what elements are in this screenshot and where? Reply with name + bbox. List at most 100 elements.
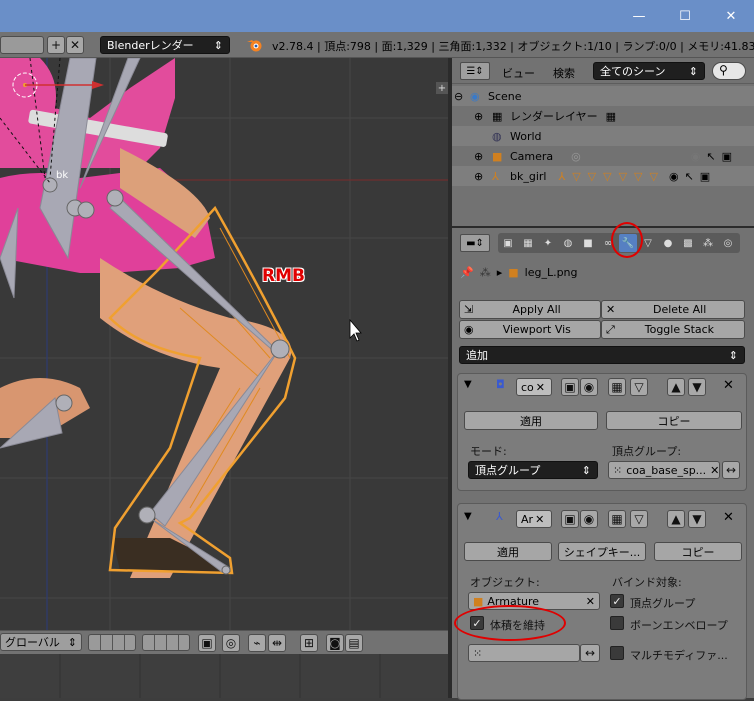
clear-icon[interactable]: ✕ [586, 595, 595, 608]
renderable-camera-icon[interactable]: ▣ [722, 150, 732, 163]
visibility-eye-icon[interactable]: ◉ [691, 150, 701, 163]
outliner-row-renderlayers[interactable]: ⊕ ▦ レンダーレイヤー ▦ [452, 106, 754, 126]
particles-tab-icon[interactable]: ⁂ [699, 234, 717, 252]
apply-button[interactable]: 適用 [464, 542, 552, 561]
world-tab-icon[interactable]: ◍ [559, 234, 577, 252]
layer-buttons-group-2[interactable] [142, 634, 190, 651]
proportional-edit-icon[interactable]: ◎ [222, 634, 240, 652]
copy-button[interactable]: コピー [606, 411, 742, 430]
multi-modifier-checkbox[interactable] [610, 646, 624, 660]
expand-icon[interactable]: ⊕ [474, 150, 492, 163]
outliner-search-field[interactable]: ⚲ [712, 62, 746, 80]
delete-all-button[interactable]: ✕ Delete All [601, 300, 745, 319]
scene-tab-icon[interactable]: ✦ [539, 234, 557, 252]
layer-buttons-group-1[interactable] [88, 634, 136, 651]
visibility-eye-icon[interactable]: ◉ [669, 170, 679, 183]
cage-toggle-icon[interactable]: ▽ [630, 378, 648, 396]
modifier-name-field[interactable]: Ar ✕ [516, 510, 552, 528]
viewport-toggle-icon[interactable]: ◉ [580, 510, 598, 528]
timeline-area[interactable] [0, 654, 448, 698]
render-layers-tab-icon[interactable]: ▦ [519, 234, 537, 252]
editmode-toggle-icon[interactable]: ▦ [608, 378, 626, 396]
3d-viewport[interactable]: RMB bk + [0, 58, 448, 630]
minimize-button[interactable]: — [616, 0, 662, 32]
screen-layout-field[interactable] [0, 36, 44, 54]
shape-key-button[interactable]: シェイプキー... [558, 542, 646, 561]
render-animation-icon[interactable]: ▤ [345, 634, 363, 652]
bind-to-label: バインド対象: [612, 576, 682, 589]
maximize-button[interactable]: ☐ [662, 0, 708, 32]
properties-editor: ▬⇕ ▣ ▦ ✦ ◍ ■ ∞ 🔧 ▽ ● ▩ ⁂ ◎ 📌 ⁂ ▸ ■ leg_L… [452, 222, 754, 700]
collapse-icon[interactable]: ⊖ [454, 90, 470, 103]
physics-tab-icon[interactable]: ◎ [719, 234, 737, 252]
move-down-icon[interactable]: ▼ [688, 378, 706, 396]
add-modifier-select[interactable]: 追加 ⇕ [459, 346, 745, 364]
select-arrows-icon: ⇕ [213, 38, 223, 52]
clear-icon[interactable]: ✕ [536, 381, 545, 394]
material-tab-icon[interactable]: ● [659, 234, 677, 252]
collapse-arrow-icon[interactable]: ▼ [464, 511, 472, 522]
character-shoe [112, 538, 230, 573]
outliner-row-bkgirl[interactable]: ⊕ ⅄ bk_girl ⅄▽▽▽▽▽▽ ◉ ↖ ▣ [452, 166, 754, 186]
lock-camera-icon[interactable]: ▣ [198, 634, 216, 652]
editor-type-icon[interactable]: ☰⇕ [460, 62, 490, 80]
bind-vgroups-checkbox[interactable]: ✓ [610, 594, 624, 608]
selectable-cursor-icon[interactable]: ↖ [685, 170, 694, 183]
vertex-group-field[interactable]: ⁙ coa_base_sp... ✕ [608, 461, 720, 479]
render-layers-icon: ▦ [492, 109, 503, 123]
renderable-camera-icon[interactable]: ▣ [700, 170, 710, 183]
move-up-icon[interactable]: ▲ [667, 510, 685, 528]
render-toggle-icon[interactable]: ▣ [561, 378, 579, 396]
editor-type-icon[interactable]: ▬⇕ [460, 234, 490, 252]
apply-button[interactable]: 適用 [464, 411, 598, 430]
transform-orientation-select[interactable]: グローバル ⇕ [0, 633, 82, 651]
bind-envelopes-checkbox[interactable] [610, 616, 624, 630]
snap-magnet-icon[interactable]: ⌁ [248, 634, 266, 652]
move-up-icon[interactable]: ▲ [667, 378, 685, 396]
viewport-vis-button[interactable]: ◉ Viewport Vis [459, 320, 601, 339]
editmode-toggle-icon[interactable]: ▦ [608, 510, 626, 528]
outliner-row-camera[interactable]: ⊕ ■ Camera ◎ ◉ ↖ ▣ [452, 146, 754, 166]
expand-icon[interactable]: ⊕ [474, 170, 492, 183]
object-tab-icon[interactable]: ■ [579, 234, 597, 252]
remove-modifier-icon[interactable]: ✕ [723, 510, 734, 525]
search-menu[interactable]: 検索 [553, 65, 575, 81]
outliner-row-world[interactable]: ◍ World [452, 126, 754, 146]
invert-vgroup-icon[interactable]: ↔ [722, 461, 740, 479]
snap-target-icon[interactable]: ⊞ [300, 634, 318, 652]
render-tab-icon[interactable]: ▣ [499, 234, 517, 252]
outliner-item-label: Scene [488, 89, 522, 103]
add-screen-icon[interactable]: + [47, 36, 65, 54]
remove-modifier-icon[interactable]: ✕ [723, 378, 734, 393]
mode-select[interactable]: 頂点グループ ⇕ [468, 461, 598, 479]
view-menu[interactable]: ビュー [502, 65, 535, 81]
snap-element-icon[interactable]: ⇹ [268, 634, 286, 652]
outliner-row-scene[interactable]: ⊖ ◉ Scene [452, 86, 754, 106]
opengl-render-icon[interactable]: ◙ [326, 634, 344, 652]
collapse-arrow-icon[interactable]: ▼ [464, 379, 472, 390]
viewport-toggle-icon[interactable]: ◉ [580, 378, 598, 396]
preserve-volume-highlight-circle [454, 605, 566, 641]
move-down-icon[interactable]: ▼ [688, 510, 706, 528]
x-manipulator-arrowhead[interactable] [92, 81, 104, 89]
apply-all-button[interactable]: ⇲ Apply All [459, 300, 601, 319]
render-toggle-icon[interactable]: ▣ [561, 510, 579, 528]
cage-toggle-icon[interactable]: ▽ [630, 510, 648, 528]
close-button[interactable]: ✕ [708, 0, 754, 32]
selectable-cursor-icon[interactable]: ↖ [706, 150, 715, 163]
modifier-name-field[interactable]: co ✕ [516, 378, 552, 396]
toolshelf-expand-icon[interactable]: + [436, 82, 448, 94]
texture-tab-icon[interactable]: ▩ [679, 234, 697, 252]
armature-vgroup-field[interactable]: ⁙ [468, 644, 580, 662]
invert-vgroup-icon[interactable]: ↔ [580, 644, 600, 662]
clear-icon[interactable]: ✕ [710, 464, 719, 477]
toggle-stack-button[interactable]: ⤢ Toggle Stack [601, 320, 745, 339]
copy-button[interactable]: コピー [654, 542, 742, 561]
render-engine-select[interactable]: Blenderレンダー ⇕ [100, 36, 230, 54]
clear-icon[interactable]: ✕ [535, 513, 544, 526]
viewport-scene[interactable] [0, 58, 448, 630]
scene-filter-select[interactable]: 全てのシーン ⇕ [593, 62, 705, 80]
pin-icon[interactable]: 📌 [460, 266, 474, 279]
delete-screen-icon[interactable]: ✕ [66, 36, 84, 54]
expand-icon[interactable]: ⊕ [474, 110, 492, 123]
